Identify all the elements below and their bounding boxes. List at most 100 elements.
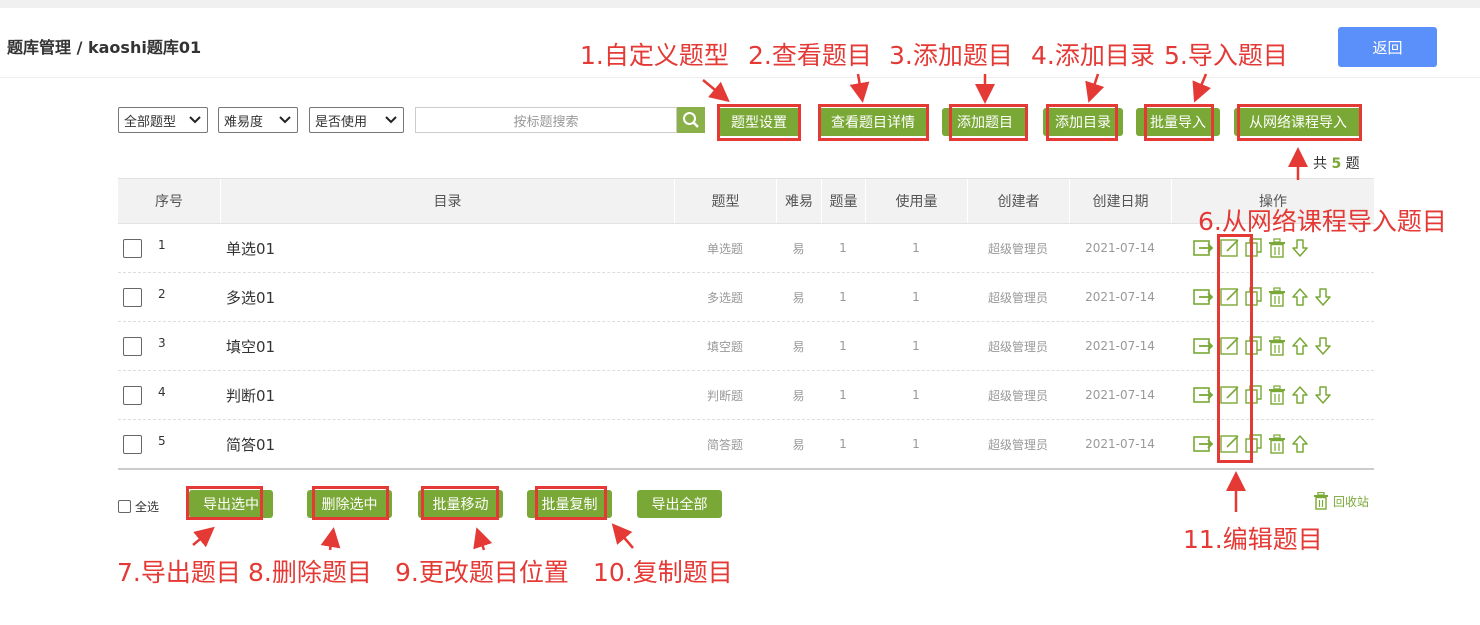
usage-select[interactable]: 是否使用 [309,107,404,133]
search-input[interactable]: 按标题搜索 [415,107,677,133]
directory-name: 简答01 [226,436,276,454]
column-header-type: 题型 [674,179,776,223]
move-up-icon[interactable] [1291,434,1309,454]
chevron-down-icon [279,116,291,124]
edit-icon[interactable] [1220,434,1240,454]
move-up-icon[interactable] [1291,287,1309,307]
difficulty-select-value: 难易度 [224,114,264,130]
import-from-course-button[interactable]: 从网络课程导入 [1234,108,1362,136]
creator-cell: 超级管理员 [987,241,1048,256]
batch-import-button[interactable]: 批量导入 [1136,108,1220,136]
copy-icon[interactable] [1245,336,1263,356]
annotation-8: 8.删除题目 [248,558,372,587]
date-cell: 2021-07-14 [1085,290,1155,304]
annotation-10: 10.复制题目 [593,558,733,587]
annotation-4: 4.添加目录 [1031,41,1155,70]
column-header-date: 创建日期 [1069,179,1171,223]
type-cell: 简答题 [706,437,743,452]
add-question-button[interactable]: 添加题目 [942,108,1028,136]
edit-icon[interactable] [1220,385,1240,405]
total-count: 共 5 题 [1313,153,1360,173]
annotation-1: 1.自定义题型 [580,41,729,70]
delete-icon[interactable] [1268,287,1286,307]
difficulty-cell: 易 [792,339,805,354]
table-row: 3 填空01 填空题 易 1 1 超级管理员 2021-07-14 [118,322,1374,371]
difficulty-cell: 易 [792,290,805,305]
view-details-button[interactable]: 查看题目详情 [818,108,928,136]
row-checkbox[interactable] [123,239,142,258]
directory-name: 单选01 [226,240,276,258]
search-button[interactable] [677,107,705,133]
date-cell: 2021-07-14 [1085,388,1155,402]
date-cell: 2021-07-14 [1085,241,1155,255]
select-all[interactable]: 全选 [118,498,159,515]
back-button[interactable]: 返回 [1338,27,1437,67]
usage-cell: 1 [912,339,920,353]
move-up-icon[interactable] [1291,385,1309,405]
row-actions [1193,286,1332,308]
row-checkbox[interactable] [123,288,142,307]
chevron-down-icon [385,116,397,124]
edit-icon[interactable] [1220,238,1240,258]
creator-cell: 超级管理员 [987,339,1048,354]
table-row: 5 简答01 简答题 易 1 1 超级管理员 2021-07-14 [118,420,1374,469]
delete-icon[interactable] [1268,434,1286,454]
type-cell: 填空题 [706,339,743,354]
delete-icon[interactable] [1268,385,1286,405]
move-down-icon[interactable] [1291,238,1309,258]
move-icon[interactable] [1193,336,1215,356]
row-actions [1193,237,1309,259]
move-down-icon[interactable] [1314,287,1332,307]
row-checkbox[interactable] [123,337,142,356]
copy-icon[interactable] [1245,385,1263,405]
move-down-icon[interactable] [1314,336,1332,356]
export-all-button[interactable]: 导出全部 [637,490,722,518]
recycle-bin-link[interactable]: 回收站 [1313,492,1369,510]
add-directory-button[interactable]: 添加目录 [1043,108,1123,136]
annotation-5: 5.导入题目 [1164,41,1288,70]
row-checkbox[interactable] [123,386,142,405]
copy-icon[interactable] [1245,434,1263,454]
move-down-icon[interactable] [1314,385,1332,405]
table-row: 2 多选01 多选题 易 1 1 超级管理员 2021-07-14 [118,273,1374,322]
copy-icon[interactable] [1245,238,1263,258]
edit-icon[interactable] [1220,287,1240,307]
row-number: 3 [158,336,166,350]
copy-icon[interactable] [1245,287,1263,307]
creator-cell: 超级管理员 [987,388,1048,403]
count-cell: 1 [839,388,847,402]
difficulty-select[interactable]: 难易度 [218,107,298,133]
batch-move-button[interactable]: 批量移动 [418,490,503,518]
creator-cell: 超级管理员 [987,290,1048,305]
annotation-6: 6.从网络课程导入题目 [1198,207,1447,236]
arrow-7 [192,526,215,548]
row-checkbox[interactable] [123,435,142,454]
arrow-9 [473,527,493,551]
move-icon[interactable] [1193,238,1215,258]
table-bottom-border [118,468,1374,470]
difficulty-cell: 易 [792,241,805,256]
move-icon[interactable] [1193,434,1215,454]
select-all-checkbox[interactable] [118,500,131,513]
type-select[interactable]: 全部题型 [118,107,208,133]
type-cell: 多选题 [706,290,743,305]
total-prefix: 共 [1313,156,1327,172]
move-icon[interactable] [1193,287,1215,307]
delete-selected-button[interactable]: 删除选中 [307,490,392,518]
batch-copy-button[interactable]: 批量复制 [527,490,612,518]
delete-icon[interactable] [1268,238,1286,258]
annotation-9: 9.更改题目位置 [395,558,569,587]
type-settings-button[interactable]: 题型设置 [718,108,800,136]
row-actions [1193,335,1332,357]
select-all-label: 全选 [135,500,160,514]
move-icon[interactable] [1193,385,1215,405]
count-cell: 1 [839,290,847,304]
search-placeholder: 按标题搜索 [513,114,579,130]
export-selected-button[interactable]: 导出选中 [189,490,273,518]
move-up-icon[interactable] [1291,336,1309,356]
delete-icon[interactable] [1268,336,1286,356]
directory-name: 多选01 [226,289,276,307]
top-strip [0,0,1480,8]
edit-icon[interactable] [1220,336,1240,356]
arrow-8 [320,527,341,551]
